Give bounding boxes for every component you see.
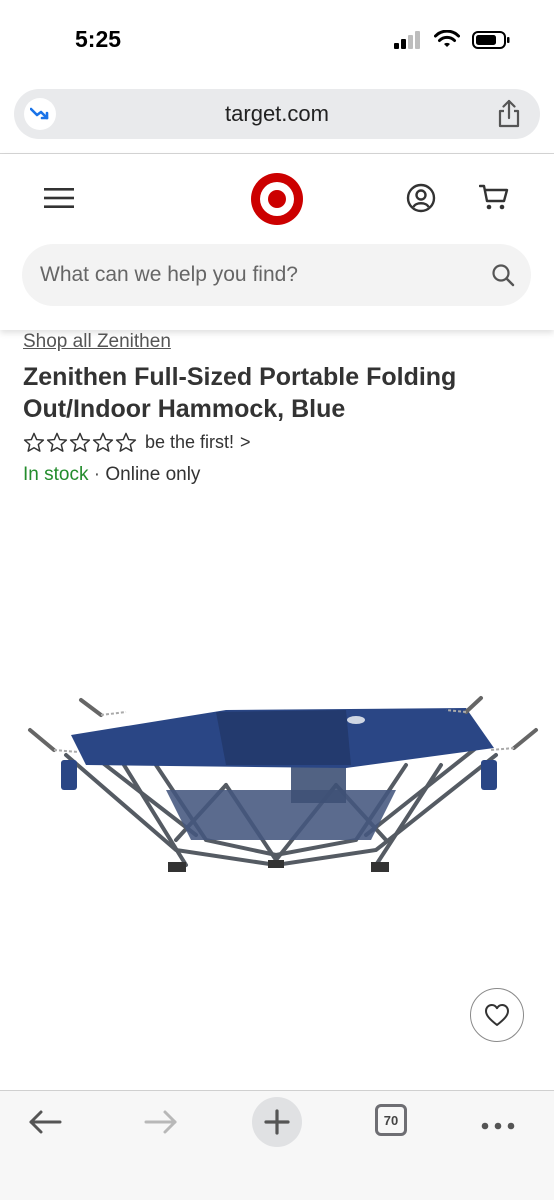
back-arrow-icon[interactable] [28, 1109, 62, 1140]
url-bar[interactable]: target.com [14, 89, 540, 139]
rating-row[interactable]: be the first! > [23, 432, 251, 453]
status-icons [394, 30, 510, 49]
star-icon [23, 432, 45, 452]
shop-all-link[interactable]: Shop all Zenithen [23, 331, 171, 353]
url-text[interactable]: target.com [14, 101, 540, 127]
search-icon[interactable] [491, 263, 515, 292]
status-bar: 5:25 [0, 0, 554, 80]
account-icon[interactable] [406, 183, 436, 218]
search-box[interactable] [22, 244, 531, 306]
product-title: Zenithen Full-Sized Portable Folding Out… [23, 363, 457, 423]
signal-icon [394, 30, 420, 49]
favorite-button[interactable] [470, 988, 524, 1042]
product-image[interactable] [26, 690, 540, 880]
plus-icon [264, 1109, 290, 1135]
tabs-icon[interactable]: 70 [375, 1104, 407, 1136]
search-input[interactable] [40, 244, 470, 306]
fulfillment-channel: Online only [105, 464, 201, 485]
star-icon [69, 432, 91, 452]
status-time: 5:25 [75, 26, 122, 52]
wifi-icon [434, 30, 460, 47]
availability-separator: · [93, 464, 101, 485]
browser-toolbar: 70 [0, 1091, 554, 1200]
battery-icon [472, 30, 510, 49]
chevron-right-icon: > [240, 432, 251, 452]
star-icon [115, 432, 137, 452]
rating-stars [23, 432, 137, 453]
availability-row: In stock · Online only [23, 464, 200, 486]
target-logo[interactable] [250, 172, 304, 231]
cart-icon[interactable] [478, 184, 509, 217]
star-icon [92, 432, 114, 452]
site-header [0, 154, 554, 330]
share-icon[interactable] [496, 99, 522, 134]
new-tab-button[interactable] [252, 1097, 302, 1147]
menu-icon[interactable] [44, 186, 74, 215]
star-icon [46, 432, 68, 452]
forward-arrow-icon[interactable] [144, 1109, 178, 1140]
stock-status: In stock [23, 464, 89, 485]
heart-icon [485, 1004, 509, 1026]
more-icon[interactable] [481, 1117, 515, 1135]
rating-cta[interactable]: be the first! [145, 432, 234, 453]
